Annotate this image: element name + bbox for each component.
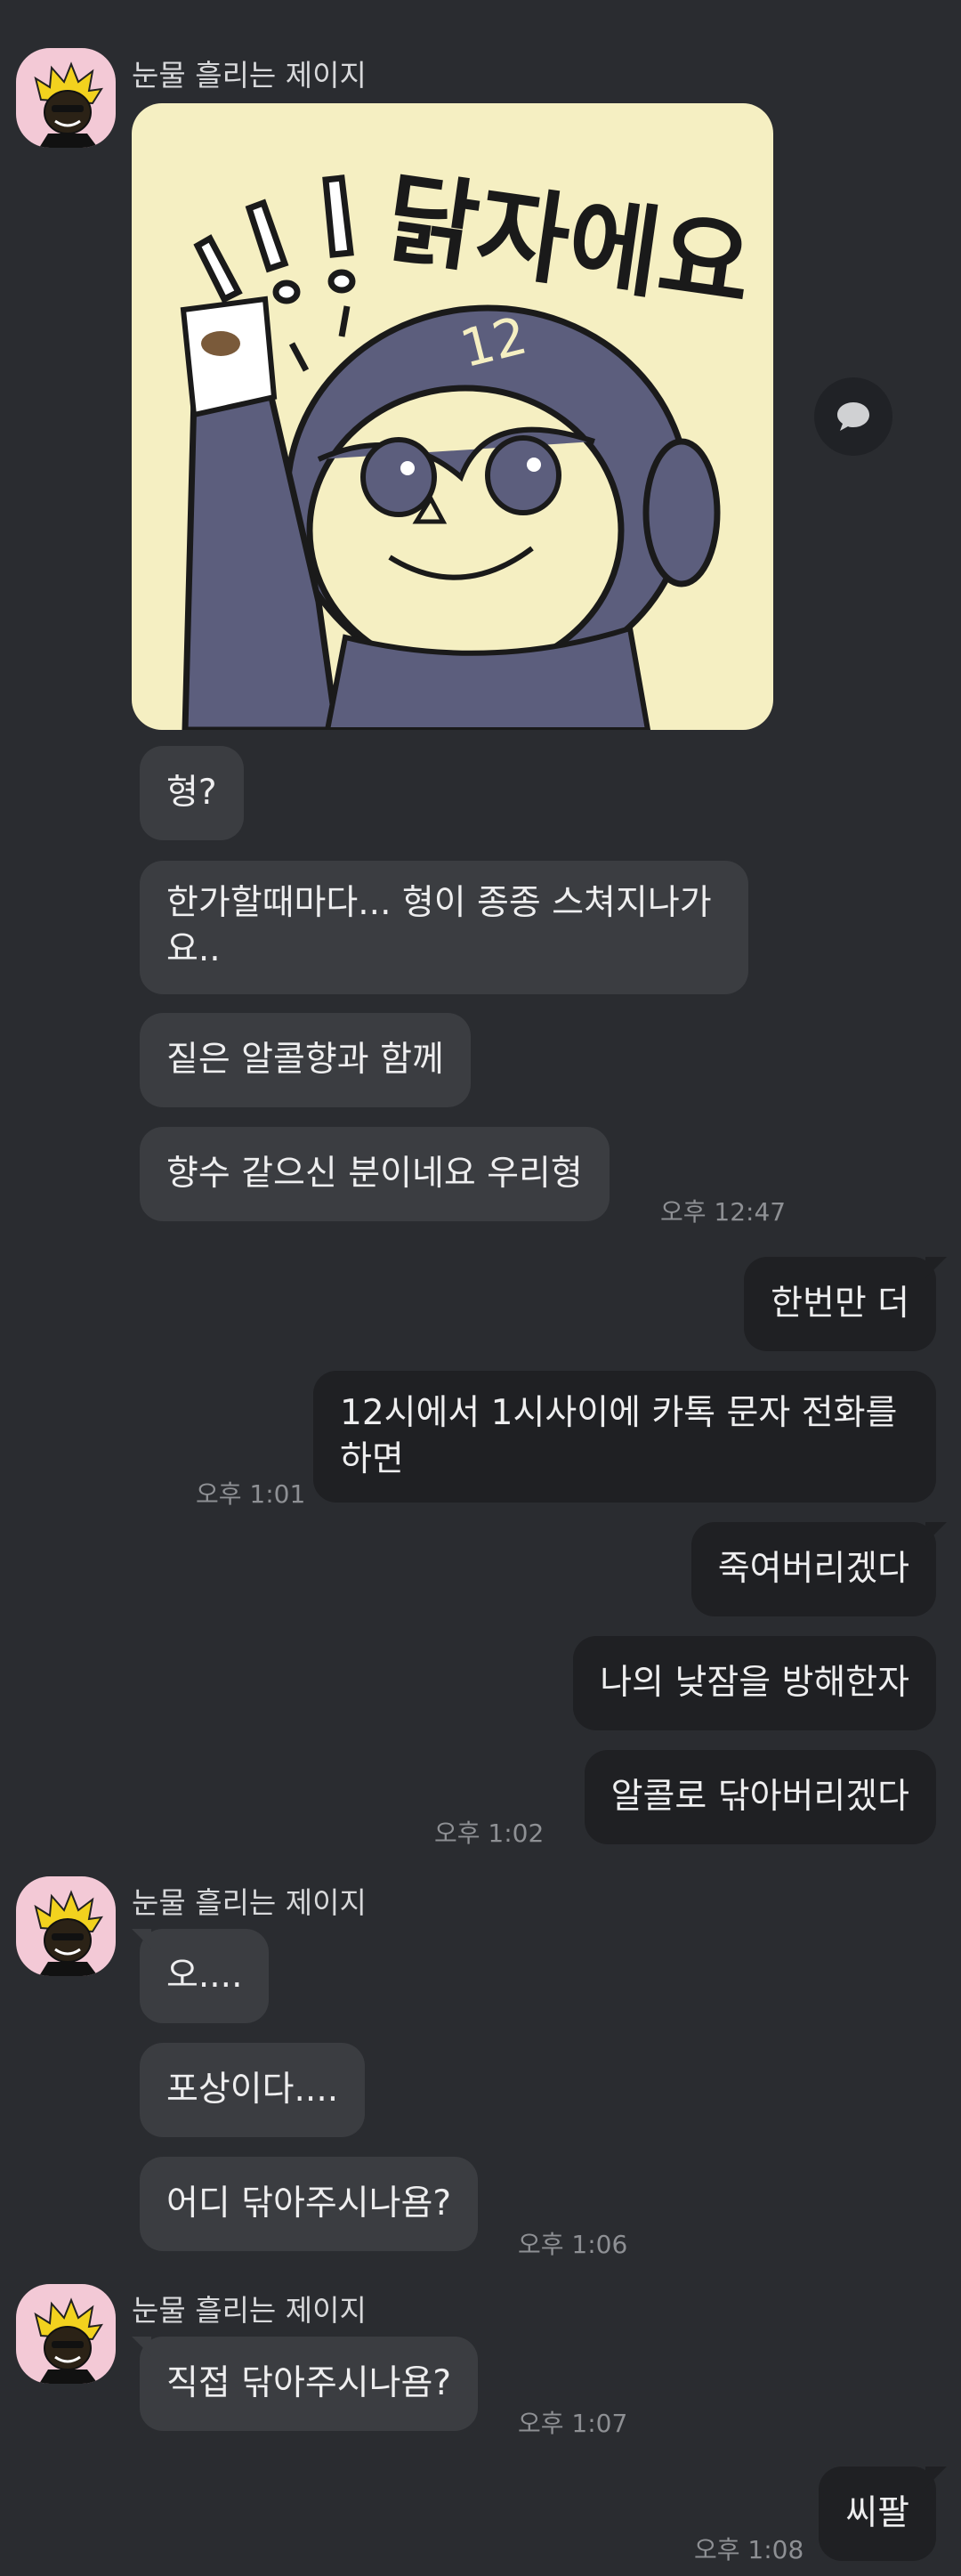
message-text: 나의 낮잠을 방해한자 [600, 1663, 909, 1703]
message-bubble-outgoing[interactable]: 한번만 더 [744, 1257, 947, 1351]
message-timestamp: 오후 1:07 [518, 2409, 628, 2438]
message-bubble-outgoing[interactable]: 죽여버리겠다 [690, 1522, 947, 1616]
message-text: 씨팔 [845, 2493, 909, 2533]
share-button[interactable] [814, 377, 892, 456]
chat-bubble-icon [837, 402, 869, 431]
bubble-tail [925, 1257, 947, 1278]
message-bubble-outgoing[interactable]: 알콜로 닦아버리겠다 [584, 1750, 936, 1844]
message-bubble[interactable]: 직접 닦아주시나욤? [132, 2337, 479, 2431]
message-bubble[interactable]: 포상이다.... [140, 2043, 366, 2137]
message-text: 어디 닦아주시나욤? [166, 2183, 452, 2224]
message-bubble[interactable]: 한가할때마다... 형이 종종 스쳐지나가요.. [140, 861, 748, 994]
sender-name: 눈물 흘리는 제이지 [132, 1885, 367, 1920]
message-text: 죽여버리겠다 [717, 1549, 909, 1589]
sender-name: 눈물 흘리는 제이지 [132, 2293, 367, 2328]
message-timestamp: 오후 12:47 [660, 1197, 787, 1227]
message-text: 12시에서 1시사이에 카톡 문자 전화를 하면 [340, 1393, 898, 1479]
avatar[interactable] [16, 2284, 116, 2384]
message-text: 짙은 알콜향과 함께 [166, 1040, 444, 1080]
bubble-tail [925, 2467, 947, 2488]
message-text: 오.... [166, 1956, 243, 1996]
message-timestamp: 오후 1:08 [694, 2535, 804, 2564]
message-text: 직접 닦아주시나욤? [166, 2363, 452, 2403]
message-bubble-outgoing[interactable]: 12시에서 1시사이에 카톡 문자 전화를 하면 [313, 1371, 936, 1503]
message-timestamp: 오후 1:01 [196, 1479, 306, 1509]
sender-name: 눈물 흘리는 제이지 [132, 58, 367, 93]
message-timestamp: 오후 1:06 [518, 2230, 628, 2259]
bubble-tail [925, 1522, 947, 1543]
message-text: 향수 같으신 분이네요 우리형 [166, 1154, 583, 1194]
message-text: 한가할때마다... 형이 종종 스쳐지나가요.. [166, 883, 712, 969]
message-bubble[interactable]: 향수 같으신 분이네요 우리형 [140, 1127, 610, 1221]
message-text: 알콜로 닦아버리겠다 [610, 1777, 909, 1817]
avatar-image [34, 1890, 103, 1976]
message-bubble[interactable]: 짙은 알콜향과 함께 [140, 1013, 471, 1107]
message-bubble[interactable]: 오.... [132, 1929, 270, 2023]
sticker-caption: 닭자에요 [379, 160, 758, 326]
avatar-image [34, 61, 103, 148]
avatar[interactable] [16, 1876, 116, 1976]
message-text: 한번만 더 [771, 1284, 909, 1324]
message-text: 포상이다.... [166, 2070, 339, 2110]
sticker-illustration: 닭자에요 12 [180, 160, 758, 730]
message-bubble[interactable]: 형? [140, 746, 244, 840]
sticker-image[interactable]: 닭자에요 12 [132, 103, 773, 730]
message-bubble-outgoing[interactable]: 씨팔 [819, 2467, 947, 2561]
message-bubble[interactable]: 어디 닦아주시나욤? [140, 2157, 479, 2251]
avatar[interactable] [16, 48, 116, 148]
message-bubble-outgoing[interactable]: 나의 낮잠을 방해한자 [573, 1636, 936, 1730]
bubble-tail [132, 1929, 151, 1948]
avatar-image [34, 2297, 103, 2384]
message-text: 형? [166, 773, 217, 813]
bubble-tail [132, 2337, 151, 2356]
message-timestamp: 오후 1:02 [434, 1819, 545, 1848]
